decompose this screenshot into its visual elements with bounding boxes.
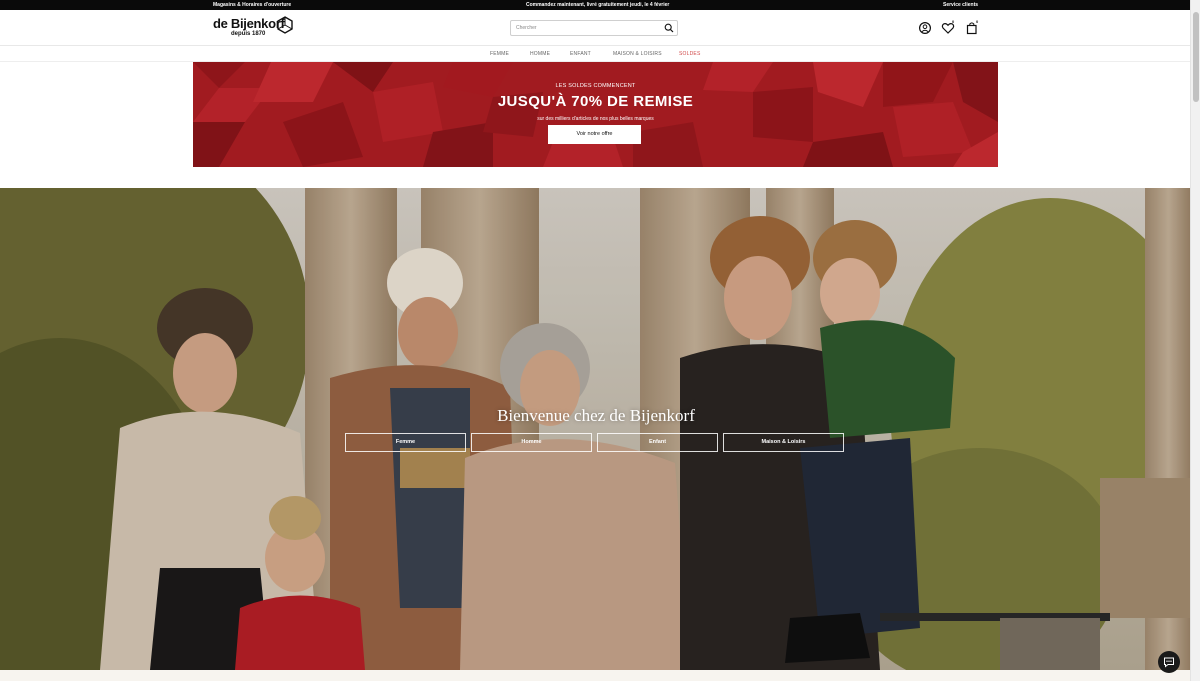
customer-service-link[interactable]: Service clients (943, 2, 978, 8)
search-input[interactable]: Chercher (510, 20, 678, 36)
account-icon[interactable] (918, 21, 932, 35)
search-placeholder: Chercher (516, 25, 537, 31)
stores-hours-link[interactable]: Magasins & Horaires d'ouverture (213, 2, 291, 8)
hero-title: Bienvenue chez de Bijenkorf (497, 406, 695, 425)
delivery-message[interactable]: Commandez maintenant, livré gratuitement… (526, 2, 669, 8)
hero-button-homme[interactable]: Homme (471, 433, 592, 452)
next-section-edge (0, 670, 1190, 681)
hexagon-logo-icon (277, 16, 293, 34)
sale-banner[interactable]: LES SOLDES COMMENCENT JUSQU'À 70% DE REM… (193, 62, 998, 167)
page-scrollbar[interactable] (1190, 0, 1200, 681)
hero-button-enfant[interactable]: Enfant (597, 433, 718, 452)
logo[interactable]: de Bijenkorf depuis 1870 (213, 16, 303, 44)
bag-count: 0 (976, 19, 979, 24)
scrollbar-thumb[interactable] (1193, 12, 1199, 102)
chat-button[interactable] (1158, 651, 1180, 673)
nav-femme[interactable]: FEMME (490, 51, 509, 57)
see-offer-button[interactable]: Voir notre offre (548, 125, 641, 144)
chat-icon (1164, 657, 1174, 668)
nav-enfant[interactable]: ENFANT (570, 51, 591, 57)
nav-maison-loisirs[interactable]: MAISON & LOISIRS (613, 51, 662, 57)
site-header: de Bijenkorf depuis 1870 Chercher 0 0 (0, 10, 1190, 46)
nav-homme[interactable]: HOMME (530, 51, 550, 57)
category-nav: FEMME HOMME ENFANT MAISON & LOISIRS SOLD… (0, 46, 1190, 62)
banner-kicker: LES SOLDES COMMENCENT (555, 83, 636, 89)
cube-pattern (193, 62, 998, 167)
banner-title: JUSQU'À 70% DE REMISE (497, 93, 694, 110)
nav-soldes[interactable]: SOLDES (679, 51, 701, 57)
hero-section: Bienvenue chez de Bijenkorf Femme Homme … (0, 188, 1192, 670)
wishlist-button[interactable]: 0 (941, 19, 955, 35)
page: Magasins & Horaires d'ouverture Commande… (0, 0, 1200, 681)
hero-button-maison-loisirs[interactable]: Maison & Loisirs (723, 433, 844, 452)
announcement-bar: Magasins & Horaires d'ouverture Commande… (0, 0, 1190, 10)
logo-tagline: depuis 1870 (231, 31, 266, 37)
search-icon[interactable] (664, 23, 674, 33)
bag-button[interactable]: 0 (965, 19, 979, 35)
banner-subtitle: sur des milliers d'articles de nos plus … (537, 116, 654, 122)
logo-name: de Bijenkorf (213, 16, 285, 31)
hero-photo (0, 188, 1192, 670)
hero-button-femme[interactable]: Femme (345, 433, 466, 452)
wishlist-count: 0 (952, 19, 955, 24)
